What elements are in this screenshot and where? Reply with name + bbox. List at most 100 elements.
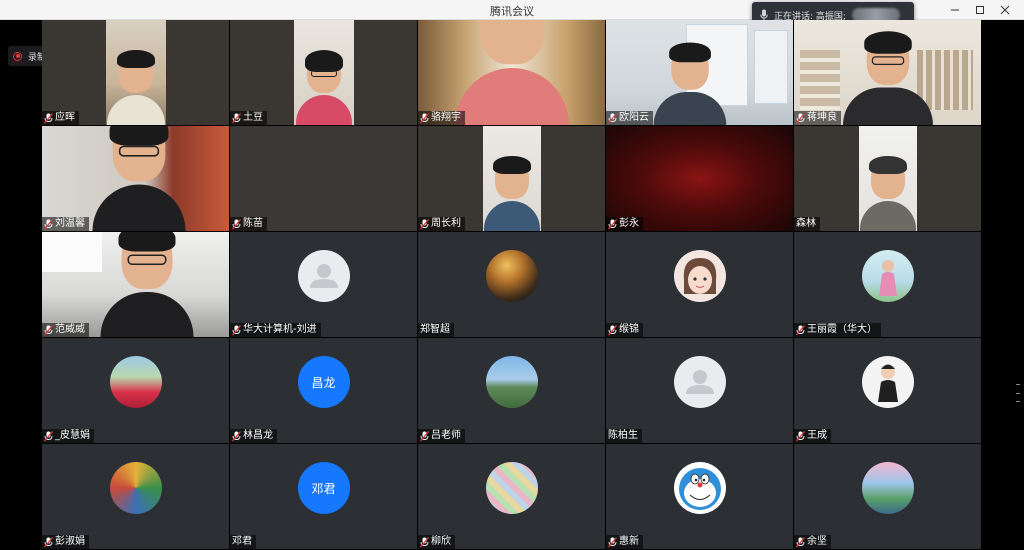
participant-name-tag: 蒋坤良 xyxy=(794,111,841,125)
participant-tile[interactable]: 彭永 xyxy=(606,126,793,231)
participant-video-person xyxy=(842,31,933,125)
close-button[interactable] xyxy=(994,1,1016,19)
participant-name-tag: 陈苗 xyxy=(230,217,267,231)
participant-tile[interactable]: 吕老师 xyxy=(418,338,605,443)
video-feed xyxy=(794,20,981,125)
maximize-icon xyxy=(976,6,984,14)
participant-tile[interactable]: 森林 xyxy=(794,126,981,231)
participant-tile[interactable]: 陈柏生 xyxy=(606,338,793,443)
participant-video-person xyxy=(295,50,352,125)
mic-muted-icon xyxy=(232,430,241,441)
mic-muted-icon xyxy=(44,430,53,441)
profile-avatar xyxy=(861,356,914,408)
mic-muted-icon xyxy=(608,218,617,229)
mic-muted-icon xyxy=(232,112,241,123)
girl-photo-icon xyxy=(878,260,897,296)
participant-tile[interactable]: 刘温馨 xyxy=(42,126,229,231)
mic-muted-icon xyxy=(608,324,617,335)
participant-name-tag: _皮慧娟 xyxy=(42,429,94,443)
participant-name-tag: 陈柏生 xyxy=(606,429,642,443)
participant-tile[interactable]: 邓君 邓君 xyxy=(230,444,417,549)
participant-tile[interactable]: 余坚 xyxy=(794,444,981,549)
default-avatar xyxy=(297,250,350,302)
participant-tile[interactable]: 华大计算机-刘进 xyxy=(230,232,417,337)
record-icon xyxy=(13,51,22,61)
participant-tile[interactable]: 陈苗 xyxy=(230,126,417,231)
video-feed xyxy=(606,20,793,125)
mic-muted-icon xyxy=(796,536,805,547)
mic-muted-icon xyxy=(232,324,241,335)
mic-muted-icon xyxy=(796,430,805,441)
participant-tile[interactable]: 王成 xyxy=(794,338,981,443)
participant-tile[interactable]: 惠新 xyxy=(606,444,793,549)
profile-avatar xyxy=(485,356,538,408)
participant-video-person xyxy=(106,50,165,125)
mic-muted-icon xyxy=(44,218,53,229)
child-photo-icon xyxy=(877,364,898,402)
participant-name-tag: 林昌龙 xyxy=(230,429,277,443)
participant-tile[interactable]: 彭淑娟 xyxy=(42,444,229,549)
minimize-icon xyxy=(951,9,959,11)
participant-tile[interactable]: 范威威 xyxy=(42,232,229,337)
video-feed xyxy=(418,20,605,125)
mic-muted-icon xyxy=(796,112,805,123)
profile-avatar xyxy=(485,250,538,302)
profile-avatar xyxy=(673,462,726,514)
participant-tile[interactable]: 郑智超 xyxy=(418,232,605,337)
mic-muted-icon xyxy=(44,112,53,123)
video-feed xyxy=(42,126,229,231)
maximize-button[interactable] xyxy=(969,1,991,19)
participant-name-tag: 王成 xyxy=(794,429,831,443)
participant-tile[interactable]: 骆翔宇 xyxy=(418,20,605,125)
participant-name-tag: 郑智超 xyxy=(418,323,454,337)
participant-video-person xyxy=(100,232,194,337)
page-scroll-handle[interactable] xyxy=(1016,384,1020,402)
profile-avatar xyxy=(109,356,162,408)
participant-name-tag: 彭永 xyxy=(606,217,643,231)
video-feed xyxy=(606,126,793,231)
participant-name-tag: 彭淑娟 xyxy=(42,535,89,549)
profile-avatar xyxy=(861,250,914,302)
participant-video-person xyxy=(454,20,569,125)
participant-tile[interactable]: 王丽霞（华大） xyxy=(794,232,981,337)
participant-name-tag: 刘温馨 xyxy=(42,217,89,231)
participant-tile[interactable]: 昌龙 林昌龙 xyxy=(230,338,417,443)
participant-tile[interactable]: 应晖 xyxy=(42,20,229,125)
video-feed xyxy=(858,126,917,231)
mic-muted-icon xyxy=(420,218,429,229)
participant-tile[interactable]: 蒋坤良 xyxy=(794,20,981,125)
participant-tile[interactable]: 土豆 xyxy=(230,20,417,125)
cartoon-face-icon xyxy=(683,258,716,294)
participant-tile[interactable]: 欧阳云 xyxy=(606,20,793,125)
participant-name-tag: 缑锦 xyxy=(606,323,643,337)
participant-tile[interactable]: 柳欣 xyxy=(418,444,605,549)
participant-video-person xyxy=(859,156,916,231)
default-avatar xyxy=(673,356,726,408)
profile-avatar xyxy=(861,462,914,514)
mic-muted-icon xyxy=(44,324,53,335)
person-placeholder-icon xyxy=(685,370,714,394)
video-feed xyxy=(293,20,354,125)
participant-name-tag: 土豆 xyxy=(230,111,267,125)
participant-tile[interactable]: 缑锦 xyxy=(606,232,793,337)
participant-name-tag: 范威威 xyxy=(42,323,89,337)
initials-avatar: 邓君 xyxy=(297,462,350,514)
mic-muted-icon xyxy=(796,324,805,335)
video-feed xyxy=(42,232,229,337)
initials-avatar: 昌龙 xyxy=(297,356,350,408)
person-placeholder-icon xyxy=(309,264,338,288)
mic-muted-icon xyxy=(420,112,429,123)
minimize-button[interactable] xyxy=(944,1,966,19)
video-feed xyxy=(482,126,541,231)
participant-name-tag: 周长利 xyxy=(418,217,465,231)
participant-tile[interactable]: _皮慧娟 xyxy=(42,338,229,443)
mic-muted-icon xyxy=(420,430,429,441)
profile-avatar xyxy=(485,462,538,514)
participant-name-tag: 柳欣 xyxy=(418,535,455,549)
doraemon-icon xyxy=(678,468,721,510)
video-feed xyxy=(105,20,166,125)
participant-name-tag: 惠新 xyxy=(606,535,643,549)
participant-name-tag: 骆翔宇 xyxy=(418,111,465,125)
participant-name-tag: 欧阳云 xyxy=(606,111,653,125)
participant-tile[interactable]: 周长利 xyxy=(418,126,605,231)
